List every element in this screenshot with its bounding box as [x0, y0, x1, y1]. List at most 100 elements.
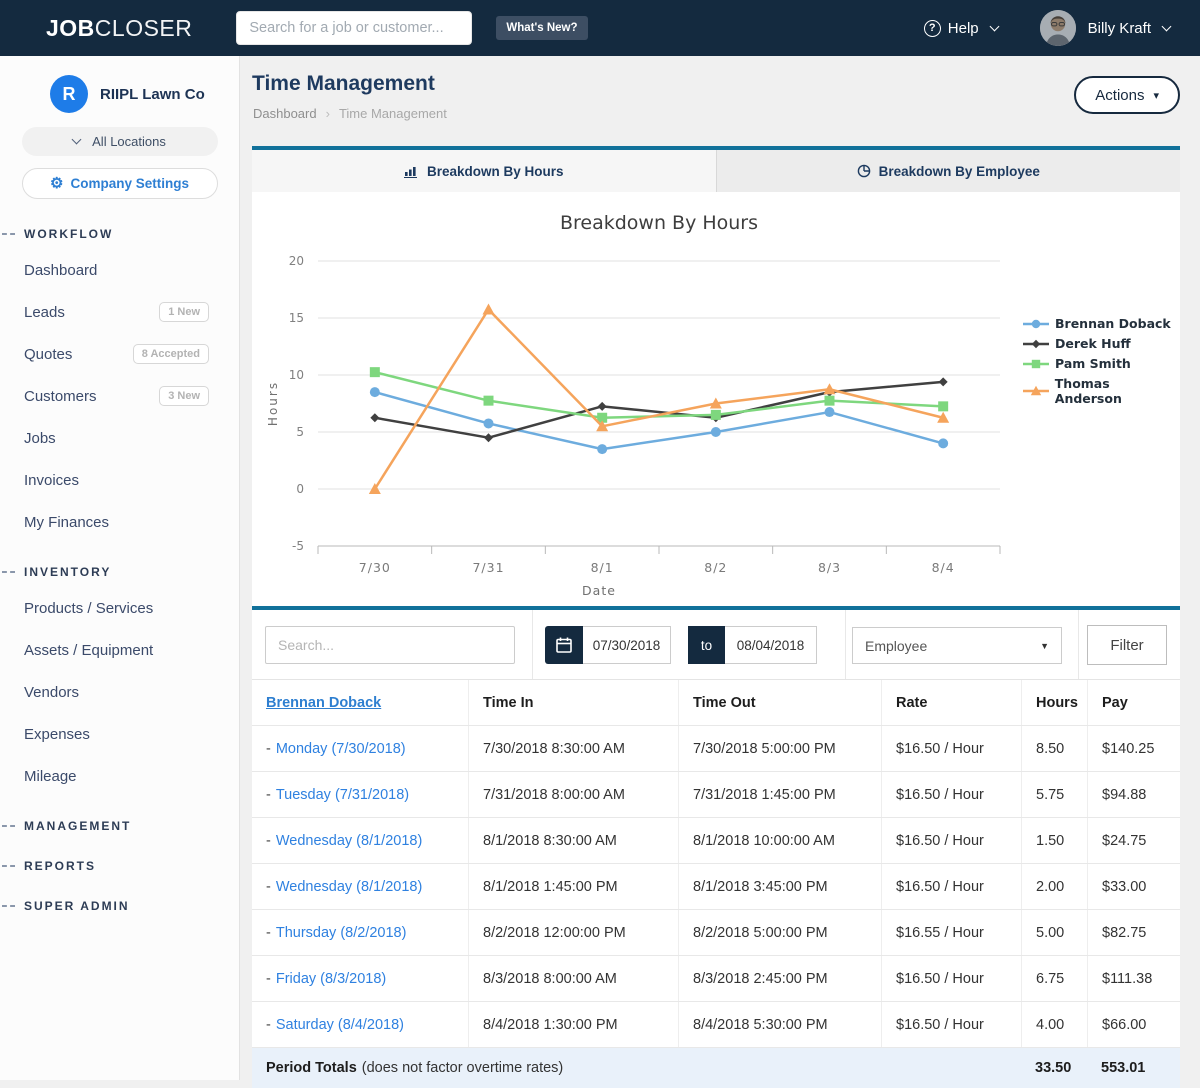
tab-label: Breakdown By Hours — [427, 164, 564, 179]
sidebar-section-inventory: INVENTORY Products / Services Assets / Equ… — [0, 561, 239, 797]
calendar-icon-button[interactable] — [545, 626, 583, 664]
section-dash-icon — [2, 571, 15, 573]
sidebar-item-products-services[interactable]: Products / Services — [0, 587, 239, 629]
user-name[interactable]: Billy Kraft — [1088, 20, 1151, 37]
logo-light: CLOSER — [95, 15, 193, 41]
period-totals-note: (does not factor overtime rates) — [362, 1060, 563, 1076]
sidebar-section-management: MANAGEMENT — [0, 815, 239, 837]
sidebar-section-reports: REPORTS — [0, 855, 239, 877]
bar-chart-icon — [404, 165, 419, 178]
sidebar-item-label: Quotes — [24, 346, 72, 363]
whats-new-button[interactable]: What's New? — [496, 16, 587, 40]
cell-hours: 8.50 — [1021, 726, 1087, 771]
filter-divider — [532, 610, 533, 679]
sidebar-section-header-super-admin[interactable]: SUPER ADMIN — [0, 895, 239, 917]
help-menu[interactable]: ? Help — [924, 20, 998, 37]
sidebar-item-label: Leads — [24, 304, 65, 321]
legend-label: Pam Smith — [1055, 356, 1131, 371]
company-settings-button[interactable]: ⚙ Company Settings — [22, 168, 218, 199]
sidebar-item-label: Assets / Equipment — [24, 642, 153, 659]
sidebar-item-invoices[interactable]: Invoices — [0, 459, 239, 501]
filter-divider — [845, 610, 846, 679]
actions-label: Actions — [1095, 87, 1144, 104]
legend-item-derek-huff[interactable]: Derek Huff — [1023, 336, 1180, 351]
day-link[interactable]: Saturday (8/4/2018) — [276, 1017, 404, 1033]
breadcrumb-dashboard[interactable]: Dashboard — [253, 106, 317, 121]
sidebar-item-vendors[interactable]: Vendors — [0, 671, 239, 713]
table-row: -Saturday (8/4/2018)8/4/2018 1:30:00 PM8… — [252, 1002, 1180, 1048]
user-avatar[interactable] — [1040, 10, 1076, 46]
day-link[interactable]: Monday (7/30/2018) — [276, 741, 406, 757]
filter-button[interactable]: Filter — [1087, 625, 1167, 665]
legend-item-thomas-anderson[interactable]: Thomas Anderson — [1023, 376, 1180, 406]
table-search-input[interactable] — [265, 626, 515, 664]
sidebar-item-assets-equipment[interactable]: Assets / Equipment — [0, 629, 239, 671]
cell-time-out: 8/3/2018 2:45:00 PM — [678, 956, 881, 1001]
day-link[interactable]: Wednesday (8/1/2018) — [276, 833, 422, 849]
sidebar-nav: WORKFLOW DashboardLeads1 NewQuotes8 Accep… — [0, 223, 239, 917]
sidebar-item-dashboard[interactable]: Dashboard — [0, 249, 239, 291]
sidebar-item-jobs[interactable]: Jobs — [0, 417, 239, 459]
table-footer-row: Period Totals (does not factor overtime … — [252, 1048, 1180, 1088]
tab-breakdown-by-hours[interactable]: Breakdown By Hours — [252, 150, 716, 192]
help-icon: ? — [924, 20, 941, 37]
date-to-input[interactable] — [725, 626, 817, 664]
global-search-input[interactable] — [236, 11, 472, 45]
svg-text:8/3: 8/3 — [818, 560, 841, 575]
all-locations-dropdown[interactable]: All Locations — [22, 127, 218, 156]
day-link[interactable]: Wednesday (8/1/2018) — [276, 879, 422, 895]
cell-pay: $140.25 — [1087, 726, 1180, 771]
help-label: Help — [948, 20, 979, 37]
cell-rate: $16.50 / Hour — [881, 726, 1021, 771]
actions-button[interactable]: Actions ▾ — [1074, 76, 1180, 114]
employee-select-value: Employee — [865, 638, 927, 654]
sidebar-section-header-workflow[interactable]: WORKFLOW — [0, 223, 239, 245]
cell-hours: 4.00 — [1021, 1002, 1087, 1047]
cell-rate: $16.50 / Hour — [881, 1002, 1021, 1047]
cell-time-in: 8/1/2018 8:30:00 AM — [468, 818, 678, 863]
sidebar: R RIIPL Lawn Co All Locations ⚙ Company … — [0, 56, 240, 1080]
row-dash: - — [266, 1017, 271, 1033]
section-dash-icon — [2, 825, 15, 827]
sidebar-section-header-inventory[interactable]: INVENTORY — [0, 561, 239, 583]
day-link[interactable]: Thursday (8/2/2018) — [276, 925, 407, 941]
sidebar-item-customers[interactable]: Customers3 New — [0, 375, 239, 417]
cell-time-out: 7/31/2018 1:45:00 PM — [678, 772, 881, 817]
employee-name-link[interactable]: Brennan Doback — [266, 695, 381, 711]
sidebar-section-header-reports[interactable]: REPORTS — [0, 855, 239, 877]
date-from-input[interactable] — [583, 626, 671, 664]
employee-select[interactable]: Employee ▼ — [852, 627, 1062, 664]
page-title: Time Management — [252, 72, 435, 96]
legend-item-brennan-doback[interactable]: Brennan Doback — [1023, 316, 1180, 331]
sidebar-item-expenses[interactable]: Expenses — [0, 713, 239, 755]
sidebar-section-workflow: WORKFLOW DashboardLeads1 NewQuotes8 Accep… — [0, 223, 239, 543]
cell-time-in: 8/4/2018 1:30:00 PM — [468, 1002, 678, 1047]
svg-text:7/31: 7/31 — [472, 560, 504, 575]
sidebar-item-mileage[interactable]: Mileage — [0, 755, 239, 797]
table-row: -Tuesday (7/31/2018)7/31/2018 8:00:00 AM… — [252, 772, 1180, 818]
svg-text:-5: -5 — [292, 539, 304, 553]
sidebar-item-my-finances[interactable]: My Finances — [0, 501, 239, 543]
day-cell: -Friday (8/3/2018) — [252, 956, 468, 1001]
table-row: -Wednesday (8/1/2018)8/1/2018 8:30:00 AM… — [252, 818, 1180, 864]
cell-pay: $94.88 — [1087, 772, 1180, 817]
circle-marker-icon — [1023, 318, 1049, 330]
sidebar-section-label: SUPER ADMIN — [24, 899, 130, 913]
day-cell: -Saturday (8/4/2018) — [252, 1002, 468, 1047]
sidebar-section-header-management[interactable]: MANAGEMENT — [0, 815, 239, 837]
sidebar-item-leads[interactable]: Leads1 New — [0, 291, 239, 333]
caret-down-icon: ▾ — [1153, 89, 1159, 102]
cell-time-out: 8/4/2018 5:30:00 PM — [678, 1002, 881, 1047]
cell-time-in: 8/1/2018 1:45:00 PM — [468, 864, 678, 909]
tab-breakdown-by-employee[interactable]: Breakdown By Employee — [716, 150, 1181, 192]
cell-time-out: 7/30/2018 5:00:00 PM — [678, 726, 881, 771]
sidebar-item-quotes[interactable]: Quotes8 Accepted — [0, 333, 239, 375]
day-link[interactable]: Friday (8/3/2018) — [276, 971, 386, 987]
app-logo[interactable]: JOBCLOSER — [46, 15, 192, 42]
header-right: ? Help Billy Kraft — [924, 10, 1170, 46]
cell-time-out: 8/1/2018 10:00:00 AM — [678, 818, 881, 863]
sidebar-item-label: Products / Services — [24, 600, 153, 617]
legend-item-pam-smith[interactable]: Pam Smith — [1023, 356, 1180, 371]
row-dash: - — [266, 741, 271, 757]
day-link[interactable]: Tuesday (7/31/2018) — [276, 787, 409, 803]
